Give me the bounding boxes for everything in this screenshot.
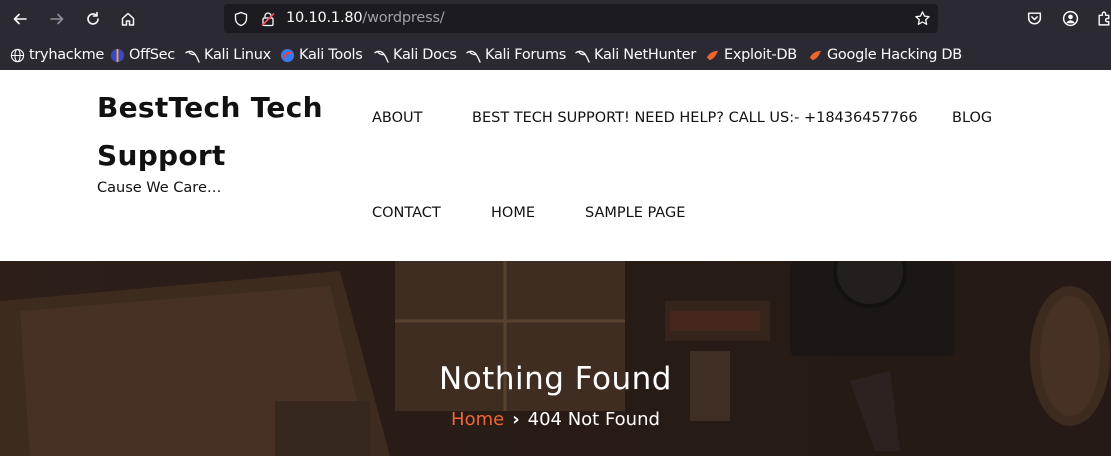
account-icon[interactable] xyxy=(1062,10,1079,27)
kali-tools-icon xyxy=(280,48,295,62)
url-text[interactable]: 10.10.1.80/wordpress/ xyxy=(286,10,445,26)
kali-dragon-icon xyxy=(185,50,200,63)
menu-item-home[interactable]: HOME xyxy=(491,205,535,221)
bookmark-label: tryhackme xyxy=(29,47,105,63)
bookmark-tryhackme[interactable]: tryhackme xyxy=(10,46,104,64)
arrow-left-icon xyxy=(13,13,27,25)
bookmark-google-hacking-db[interactable]: Google Hacking DB xyxy=(808,46,962,64)
reload-button[interactable] xyxy=(83,9,103,29)
breadcrumb-current: 404 Not Found xyxy=(527,409,660,430)
breadcrumb-home-link[interactable]: Home xyxy=(451,409,504,430)
bookmarks-toolbar: tryhackme OffSec Kali Linux Kali Tools K… xyxy=(0,38,1111,70)
exploit-db-icon xyxy=(706,50,719,60)
browser-toolbar: 10.10.1.80/wordpress/ xyxy=(0,0,1111,38)
bookmark-label: OffSec xyxy=(129,47,175,63)
exploit-db-icon xyxy=(809,50,822,60)
insecure-lock-icon[interactable] xyxy=(260,11,276,27)
bookmark-label: Kali NetHunter xyxy=(594,47,696,63)
bookmark-label: Exploit-DB xyxy=(724,47,797,63)
site-tagline: Cause We Care… xyxy=(97,180,222,196)
url-host: 10.10.1.80 xyxy=(286,10,363,26)
kali-dragon-icon xyxy=(374,50,389,63)
url-path: /wordpress/ xyxy=(362,10,445,26)
home-button[interactable] xyxy=(118,9,138,29)
back-button[interactable] xyxy=(10,9,30,29)
bookmark-label: Kali Tools xyxy=(299,47,363,63)
bookmark-kali-linux[interactable]: Kali Linux xyxy=(185,46,271,64)
forward-button[interactable] xyxy=(47,9,67,29)
bookmark-exploit-db[interactable]: Exploit-DB xyxy=(705,46,797,64)
web-page: BestTech Tech Support Cause We Care… ABO… xyxy=(0,70,1111,456)
reload-icon xyxy=(87,11,99,25)
url-bar[interactable]: 10.10.1.80/wordpress/ xyxy=(224,4,938,33)
bookmark-kali-tools[interactable]: Kali Tools xyxy=(280,46,363,64)
bookmark-label: Kali Docs xyxy=(393,47,457,63)
hero-banner: Nothing Found Home › 404 Not Found xyxy=(0,261,1111,456)
bookmark-kali-nethunter[interactable]: Kali NetHunter xyxy=(575,46,696,64)
breadcrumb: Home › 404 Not Found xyxy=(0,409,1111,430)
chevron-right-icon: › xyxy=(512,409,520,430)
bookmark-label: Kali Linux xyxy=(204,47,271,63)
offsec-icon xyxy=(110,48,125,62)
menu-item-contact[interactable]: CONTACT xyxy=(372,205,441,221)
menu-item-blog[interactable]: BLOG xyxy=(952,110,992,126)
menu-item-about[interactable]: ABOUT xyxy=(372,110,423,126)
bookmark-label: Google Hacking DB xyxy=(827,47,962,63)
shield-icon[interactable] xyxy=(233,11,249,27)
bookmark-star-icon[interactable] xyxy=(914,10,931,27)
bookmark-kali-docs[interactable]: Kali Docs xyxy=(374,46,457,64)
menu-item-sample-page[interactable]: SAMPLE PAGE xyxy=(585,205,685,221)
arrow-right-icon xyxy=(50,13,64,25)
site-title[interactable]: BestTech Tech Support xyxy=(97,84,337,180)
page-heading: Nothing Found xyxy=(439,361,672,397)
bookmark-label: Kali Forums xyxy=(485,47,567,63)
bookmark-offsec[interactable]: OffSec xyxy=(110,46,175,64)
bookmark-kali-forums[interactable]: Kali Forums xyxy=(466,46,566,64)
home-icon xyxy=(121,12,135,26)
globe-icon xyxy=(10,48,25,62)
pocket-icon[interactable] xyxy=(1026,10,1043,27)
menu-item-support[interactable]: BEST TECH SUPPORT! NEED HELP? CALL US:- … xyxy=(472,110,918,126)
extensions-icon[interactable] xyxy=(1096,10,1111,27)
kali-dragon-icon xyxy=(575,50,590,63)
kali-dragon-icon xyxy=(466,50,481,63)
